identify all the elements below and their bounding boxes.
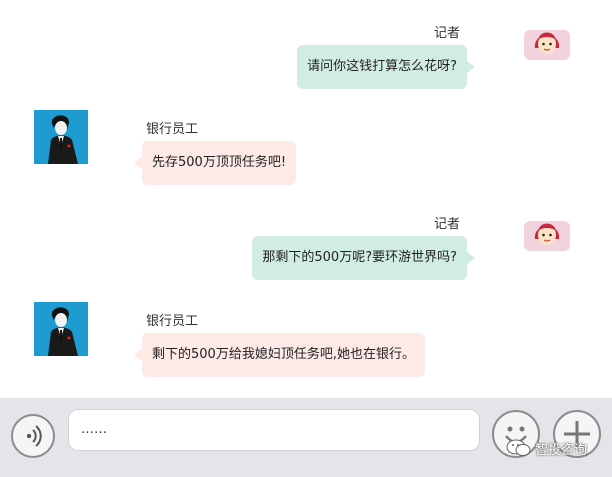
message-bubble[interactable]: 那剩下的500万呢?要环游世界吗?: [252, 236, 475, 280]
message-bubble[interactable]: 请问你这钱打算怎么花呀?: [297, 45, 475, 89]
message-bubble[interactable]: 剩下的500万给我媳妇顶任务吧,她也在银行。: [134, 333, 425, 377]
girl-avatar-icon[interactable]: [524, 26, 570, 66]
voice-button[interactable]: [11, 414, 55, 458]
watermark: 智投咨询: [506, 438, 587, 458]
wechat-icon: [506, 439, 531, 456]
sender-name: 记者: [434, 26, 461, 41]
man-in-suit-avatar-icon[interactable]: [34, 302, 88, 360]
watermark-text: 智投咨询: [535, 442, 588, 458]
sender-name: 银行员工: [146, 314, 199, 329]
message-input[interactable]: ……: [68, 409, 480, 451]
man-in-suit-avatar-icon[interactable]: [34, 110, 88, 168]
message-bubble[interactable]: 先存500万顶顶任务吧!: [133, 141, 297, 185]
sender-name: 记者: [434, 217, 461, 232]
voice-icon: [26, 425, 42, 447]
girl-avatar-icon[interactable]: [524, 217, 570, 257]
sender-name: 银行员工: [146, 122, 199, 137]
